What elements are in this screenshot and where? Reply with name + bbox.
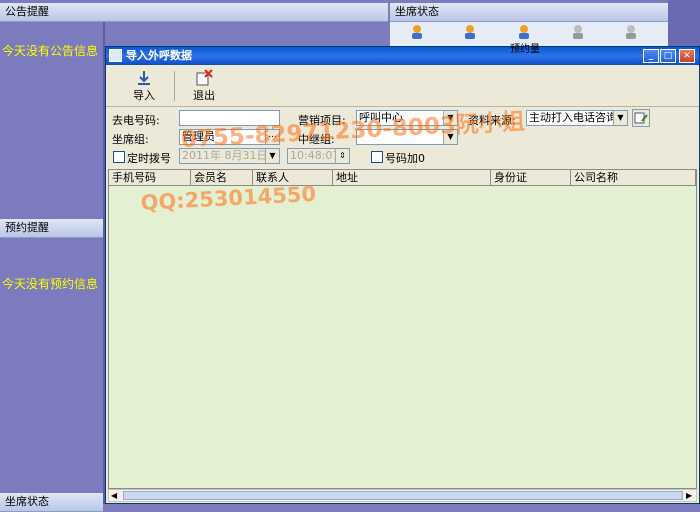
exit-button[interactable]: 退出: [188, 69, 220, 103]
spinner-icon[interactable]: ⇕: [335, 149, 349, 163]
agent-label: 预约量: [510, 44, 540, 55]
agent-online-icon[interactable]: [409, 24, 425, 40]
edit-list-icon: [634, 112, 648, 124]
marketing-label: 营销项目:: [298, 114, 346, 127]
group-input[interactable]: 管理员 ...: [179, 129, 280, 145]
chevron-down-icon[interactable]: ▼: [265, 149, 279, 163]
horizontal-scrollbar[interactable]: ◀ ▶: [108, 489, 697, 502]
trunk-label: 中继组:: [298, 133, 335, 146]
import-dialog: 导入外呼数据 _ □ ✕ 导入 退出 去电号码: 营销项目: 呼叫中心 ▼ 资料…: [105, 46, 700, 504]
scroll-right-arrow[interactable]: ▶: [686, 491, 692, 500]
reservation-header: 预约提醒: [0, 219, 103, 238]
source-value: 主动打入电话咨询: [529, 111, 617, 124]
grid-header: 手机号码 会员名 联系人 地址 身份证 公司名称: [109, 170, 696, 186]
toolbar-separator: [174, 71, 175, 101]
timed-date-value: 2011年 8月31日: [182, 149, 268, 162]
import-icon: [138, 71, 150, 85]
add-prefix-label: 号码加0: [385, 152, 425, 165]
agent-status-header: 坐席状态: [390, 3, 670, 22]
column-header[interactable]: 地址: [333, 170, 491, 185]
reservation-text: 今天没有预约信息: [2, 277, 99, 291]
announcement-text: 今天没有公告信息: [2, 44, 99, 58]
desktop-right-strip: [668, 0, 700, 46]
timed-time-picker[interactable]: 10:48:07 ⇕: [287, 148, 350, 164]
timed-time-value: 10:48:07: [290, 149, 340, 162]
minimize-button[interactable]: _: [643, 49, 659, 63]
close-button[interactable]: ✕: [679, 49, 695, 63]
column-header[interactable]: 身份证: [491, 170, 571, 185]
source-select[interactable]: 主动打入电话咨询 ▼: [526, 110, 628, 126]
chevron-down-icon[interactable]: ▼: [443, 111, 457, 125]
agent-online-icon[interactable]: [516, 24, 532, 40]
timed-dial-label: 定时拨号: [127, 152, 171, 165]
column-header[interactable]: 公司名称: [571, 170, 696, 185]
import-button[interactable]: 导入: [128, 69, 160, 103]
column-header[interactable]: 会员名: [191, 170, 253, 185]
chevron-down-icon[interactable]: ▼: [613, 111, 627, 125]
import-label: 导入: [133, 89, 155, 102]
marketing-select[interactable]: 呼叫中心 ▼: [356, 110, 458, 126]
column-header[interactable]: 联系人: [253, 170, 333, 185]
group-label: 坐席组:: [112, 133, 149, 146]
phone-input[interactable]: [179, 110, 280, 126]
dialog-toolbar: 导入 退出: [106, 65, 699, 107]
more-button[interactable]: ...: [265, 130, 279, 144]
phone-label: 去电号码:: [112, 114, 160, 127]
data-grid[interactable]: 手机号码 会员名 联系人 地址 身份证 公司名称: [108, 169, 697, 489]
timed-dial-checkbox[interactable]: [113, 151, 125, 163]
dialog-title: 导入外呼数据: [126, 49, 192, 62]
add-prefix-checkbox[interactable]: [371, 151, 383, 163]
scroll-thumb[interactable]: [123, 491, 683, 500]
agent-offline-icon[interactable]: [570, 24, 586, 40]
group-value: 管理员: [182, 130, 215, 143]
announcement-header: 公告提醒: [0, 3, 388, 22]
dialog-titlebar[interactable]: 导入外呼数据 _ □ ✕: [106, 47, 699, 65]
marketing-value: 呼叫中心: [359, 111, 403, 124]
timed-date-picker[interactable]: 2011年 8月31日 ▼: [179, 148, 280, 164]
maximize-button[interactable]: □: [660, 49, 676, 63]
source-label: 资料来源:: [468, 114, 516, 127]
agent-offline-icon[interactable]: [623, 24, 639, 40]
source-manage-button[interactable]: [632, 109, 650, 127]
column-header[interactable]: 手机号码: [109, 170, 191, 185]
app-icon: [109, 49, 122, 62]
trunk-select[interactable]: ▼: [356, 129, 458, 145]
bottom-status-header: 坐席状态: [0, 493, 103, 512]
scroll-left-arrow[interactable]: ◀: [111, 491, 117, 500]
exit-label: 退出: [193, 89, 215, 102]
exit-icon: [196, 69, 213, 86]
agent-online-icon[interactable]: [462, 24, 478, 40]
chevron-down-icon[interactable]: ▼: [443, 130, 457, 144]
